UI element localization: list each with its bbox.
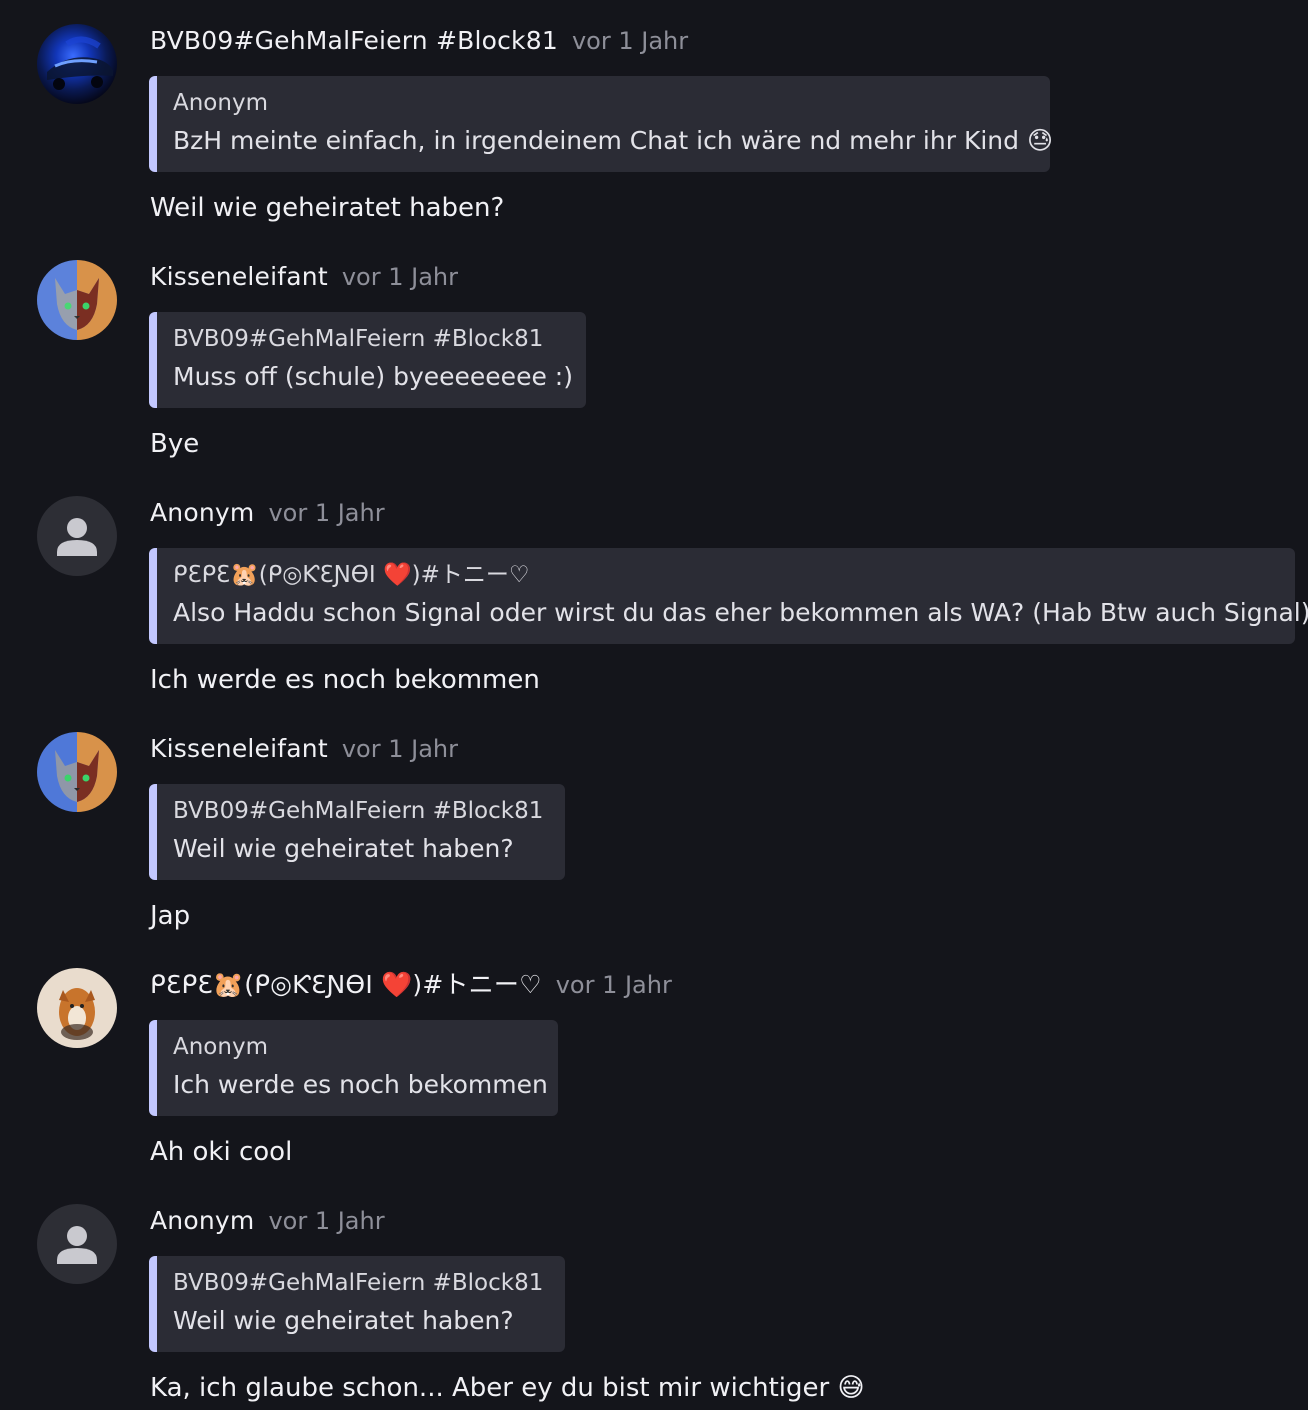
timestamp: vor 1 Jahr <box>341 263 458 291</box>
author-name[interactable]: Anonym <box>150 498 254 527</box>
quoted-author: ᑭƐᑭƐ🐹(ᑭ◎ƘƐƝӨӀ ❤️)#トニー♡ <box>173 562 530 588</box>
timestamp: vor 1 Jahr <box>555 971 672 999</box>
quoted-reply[interactable]: Anonym Ich werde es noch bekommen <box>149 1020 558 1116</box>
quoted-author: Anonym <box>173 1034 268 1060</box>
fox-avatar[interactable] <box>37 968 117 1048</box>
person-icon <box>57 518 97 556</box>
quoted-author: BVB09#GehMalFeiern #Block81 <box>173 326 544 352</box>
quoted-text: Also Haddu schon Signal oder wirst du da… <box>173 598 1308 627</box>
comment-header: Anonym vor 1 Jahr <box>150 1206 385 1236</box>
quoted-reply[interactable]: BVB09#GehMalFeiern #Block81 Muss off (sc… <box>149 312 586 408</box>
comment-text: Jap <box>150 901 191 931</box>
person-icon <box>57 1226 97 1264</box>
timestamp: vor 1 Jahr <box>268 499 385 527</box>
comment-text: Ka, ich glaube schon... Aber ey du bist … <box>150 1373 865 1403</box>
quoted-reply[interactable]: BVB09#GehMalFeiern #Block81 Weil wie geh… <box>149 1256 565 1352</box>
quoted-reply[interactable]: ᑭƐᑭƐ🐹(ᑭ◎ƘƐƝӨӀ ❤️)#トニー♡ Also Haddu schon … <box>149 548 1308 644</box>
default-avatar[interactable] <box>37 1204 117 1284</box>
timestamp: vor 1 Jahr <box>571 27 689 55</box>
comment-feed: BVB09#GehMalFeiern #Block81 vor 1 Jahr An… <box>0 0 1308 1410</box>
blue-car-icon <box>37 24 117 104</box>
quoted-text: Weil wie geheiratet haben? <box>173 834 514 863</box>
cat-split-avatar[interactable] <box>37 260 117 340</box>
comment-text: Weil wie geheiratet haben? <box>150 193 505 223</box>
quoted-text: Ich werde es noch bekommen <box>173 1070 548 1099</box>
quoted-text: Muss off (schule) byeeeeeeee :) <box>173 362 573 391</box>
comment-header: BVB09#GehMalFeiern #Block81 vor 1 Jahr <box>150 26 688 56</box>
cat-icon <box>37 732 117 812</box>
comment-text: Ich werde es noch bekommen <box>150 665 540 695</box>
comment-text: Ah oki cool <box>150 1137 293 1167</box>
quoted-author: BVB09#GehMalFeiern #Block81 <box>173 1270 544 1296</box>
author-name[interactable]: BVB09#GehMalFeiern #Block81 <box>150 26 558 55</box>
author-name[interactable]: ᑭƐᑭƐ🐹(ᑭ◎ƘƐƝӨӀ ❤️)#トニー♡ <box>150 970 542 999</box>
quoted-reply[interactable]: Anonym BzH meinte einfach, in irgendeine… <box>149 76 1054 172</box>
comment-header: ᑭƐᑭƐ🐹(ᑭ◎ƘƐƝӨӀ ❤️)#トニー♡ vor 1 Jahr <box>150 970 672 1000</box>
comment-header: Anonym vor 1 Jahr <box>150 498 385 528</box>
comment-header: Kisseneleifant vor 1 Jahr <box>150 734 458 764</box>
comment-header: Kisseneleifant vor 1 Jahr <box>150 262 458 292</box>
cat-split-avatar[interactable] <box>37 732 117 812</box>
quoted-text: BzH meinte einfach, in irgendeinem Chat … <box>173 126 1054 155</box>
quoted-author: BVB09#GehMalFeiern #Block81 <box>173 798 544 824</box>
author-name[interactable]: Kisseneleifant <box>150 734 328 763</box>
timestamp: vor 1 Jahr <box>268 1207 385 1235</box>
cat-icon <box>37 260 117 340</box>
author-name[interactable]: Anonym <box>150 1206 254 1235</box>
quoted-reply[interactable]: BVB09#GehMalFeiern #Block81 Weil wie geh… <box>149 784 565 880</box>
author-name[interactable]: Kisseneleifant <box>150 262 328 291</box>
quoted-author: Anonym <box>173 90 268 116</box>
default-avatar[interactable] <box>37 496 117 576</box>
blue-car-avatar[interactable] <box>37 24 117 104</box>
fox-icon <box>37 968 117 1048</box>
comment-text: Bye <box>150 429 200 459</box>
timestamp: vor 1 Jahr <box>341 735 458 763</box>
quoted-text: Weil wie geheiratet haben? <box>173 1306 514 1335</box>
